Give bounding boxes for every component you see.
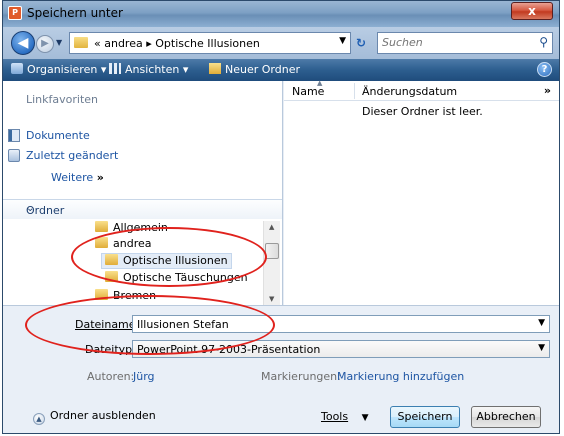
column-divider[interactable] xyxy=(354,83,355,99)
filetype-label: Dateityp: xyxy=(85,343,136,356)
tree-item-label: Bremen xyxy=(113,289,157,302)
forward-button[interactable]: ▶ xyxy=(36,35,54,53)
breadcrumb-separator-icon[interactable]: ▸ xyxy=(146,37,152,50)
organize-button[interactable]: Organisieren ▾ xyxy=(11,63,106,76)
column-header-date[interactable]: Änderungsdatum xyxy=(362,85,457,98)
back-arrow-icon: ◀ xyxy=(17,35,29,51)
breadcrumb-overflow[interactable]: « xyxy=(94,37,101,50)
title-bar[interactable]: P Speichern unter x xyxy=(3,1,559,27)
window-title: Speichern unter xyxy=(27,6,123,20)
more-columns-icon[interactable]: » xyxy=(544,84,551,97)
filename-label-text: Dateiname: xyxy=(75,318,140,331)
views-button[interactable]: Ansichten ▾ xyxy=(109,63,188,76)
command-toolbar: Organisieren ▾ Ansichten ▾ Neuer Ordner … xyxy=(3,59,559,81)
favorite-label: Zuletzt geändert xyxy=(26,149,119,162)
breadcrumb-item-andrea[interactable]: andrea xyxy=(104,37,142,50)
favorite-item-documents[interactable]: Dokumente xyxy=(8,129,90,142)
address-bar[interactable]: « andrea ▸ Optische Illusionen ▼ xyxy=(69,32,351,54)
tree-item[interactable]: Allgemein xyxy=(95,221,168,237)
favorite-label: Dokumente xyxy=(26,129,90,142)
filetype-select[interactable]: PowerPoint 97-2003-Präsentation ▼ xyxy=(132,340,550,358)
folder-icon xyxy=(74,37,88,48)
folder-icon xyxy=(95,237,108,248)
new-folder-button[interactable]: Neuer Ordner xyxy=(209,63,300,76)
new-folder-icon xyxy=(209,63,221,74)
search-input[interactable] xyxy=(382,36,522,49)
folder-icon xyxy=(105,254,118,265)
filename-field[interactable]: ▼ xyxy=(132,315,550,333)
empty-folder-message: Dieser Ordner ist leer. xyxy=(362,105,483,118)
refresh-icon[interactable]: ↻ xyxy=(356,36,366,50)
views-icon xyxy=(109,63,121,74)
authors-value[interactable]: Jürg xyxy=(133,370,155,383)
history-dropdown-icon[interactable]: ▼ xyxy=(56,38,62,47)
documents-icon xyxy=(8,129,20,142)
folder-tree-scrollbar[interactable]: ▲ ▼ xyxy=(263,221,280,305)
tree-item[interactable]: Bremen xyxy=(95,289,156,305)
back-button[interactable]: ◀ xyxy=(11,31,35,55)
favorite-item-recent[interactable]: Zuletzt geändert xyxy=(8,149,119,162)
tree-item[interactable]: andrea xyxy=(95,237,151,253)
sort-ascending-icon: ▲ xyxy=(317,79,323,87)
chevron-up-icon: ▲ xyxy=(33,413,45,425)
breadcrumb: « andrea ▸ Optische Illusionen xyxy=(94,37,260,50)
powerpoint-app-icon: P xyxy=(8,6,22,20)
save-as-dialog: P Speichern unter x ◀ ▶ ▼ « andrea ▸ Opt… xyxy=(2,0,560,434)
favorites-heading: Linkfavoriten xyxy=(26,93,99,106)
forward-arrow-icon: ▶ xyxy=(41,38,49,49)
folder-tree: Allgemein andrea Optische Illusionen Opt… xyxy=(3,221,263,305)
chevron-down-icon: ▾ xyxy=(100,63,107,76)
chevron-down-icon[interactable]: ▼ xyxy=(538,318,545,328)
tree-item[interactable]: Optische Täuschungen xyxy=(105,271,248,287)
hide-folders-label: Ordner ausblenden xyxy=(50,409,156,422)
filename-label: Dateiname: xyxy=(75,318,139,331)
more-favorites-link[interactable]: Weitere » xyxy=(51,171,104,184)
views-label: Ansichten xyxy=(125,63,180,76)
more-label: Weitere xyxy=(51,171,94,184)
recent-changes-icon xyxy=(8,149,20,162)
navigation-pane: Linkfavoriten Dokumente Zuletzt geändert… xyxy=(3,81,283,305)
folders-section-header[interactable]: Ordner ⌄ xyxy=(3,199,282,219)
filetype-value: PowerPoint 97-2003-Präsentation xyxy=(137,343,321,356)
chevron-down-icon[interactable]: ▼ xyxy=(538,343,545,353)
tools-label: Tools xyxy=(321,410,349,423)
folder-icon xyxy=(95,221,108,232)
search-icon[interactable]: ⚲ xyxy=(539,35,548,49)
tools-button[interactable]: Tools ▼ xyxy=(321,410,369,423)
file-list-pane: Name ▲ Änderungsdatum » Dieser Ordner is… xyxy=(284,79,559,305)
breadcrumb-item-current[interactable]: Optische Illusionen xyxy=(155,37,260,50)
column-header-row: Name ▲ Änderungsdatum » xyxy=(284,79,559,101)
tree-item-label: Optische Illusionen xyxy=(123,254,228,267)
scroll-up-icon[interactable]: ▲ xyxy=(269,223,274,231)
double-chevron-icon: » xyxy=(96,171,104,184)
help-icon[interactable]: ? xyxy=(537,62,552,77)
tree-item-label: Allgemein xyxy=(113,221,168,234)
tree-item-label: andrea xyxy=(113,237,152,250)
address-row: ◀ ▶ ▼ « andrea ▸ Optische Illusionen ▼ ↻… xyxy=(3,27,559,59)
address-dropdown-icon[interactable]: ▼ xyxy=(339,36,346,46)
tree-item-selected[interactable]: Optische Illusionen xyxy=(101,253,232,269)
authors-label: Autoren: xyxy=(87,370,135,383)
chevron-down-icon: ▼ xyxy=(361,413,369,423)
tags-label: Markierungen: xyxy=(261,370,341,383)
new-folder-label: Neuer Ordner xyxy=(225,63,300,76)
scroll-thumb[interactable] xyxy=(265,243,279,259)
search-box[interactable]: ⚲ xyxy=(377,32,553,54)
cancel-button[interactable]: Abbrechen xyxy=(471,406,541,428)
hide-folders-button[interactable]: ▲ Ordner ausblenden xyxy=(33,409,156,425)
add-tag-link[interactable]: Markierung hinzufügen xyxy=(337,370,464,383)
tree-item-label: Optische Täuschungen xyxy=(123,271,248,284)
scroll-down-icon[interactable]: ▼ xyxy=(269,295,274,303)
organize-icon xyxy=(11,63,23,74)
filename-input[interactable] xyxy=(137,318,512,331)
save-button[interactable]: Speichern xyxy=(390,406,460,428)
chevron-down-icon: ▾ xyxy=(182,63,189,76)
save-form: Dateiname: ▼ Dateityp: PowerPoint 97-200… xyxy=(3,305,559,433)
folder-icon xyxy=(105,271,118,282)
close-button[interactable]: x xyxy=(511,2,553,20)
folder-icon xyxy=(95,289,108,300)
organize-label: Organisieren xyxy=(27,63,98,76)
chevron-down-icon[interactable]: ⌄ xyxy=(26,203,268,214)
